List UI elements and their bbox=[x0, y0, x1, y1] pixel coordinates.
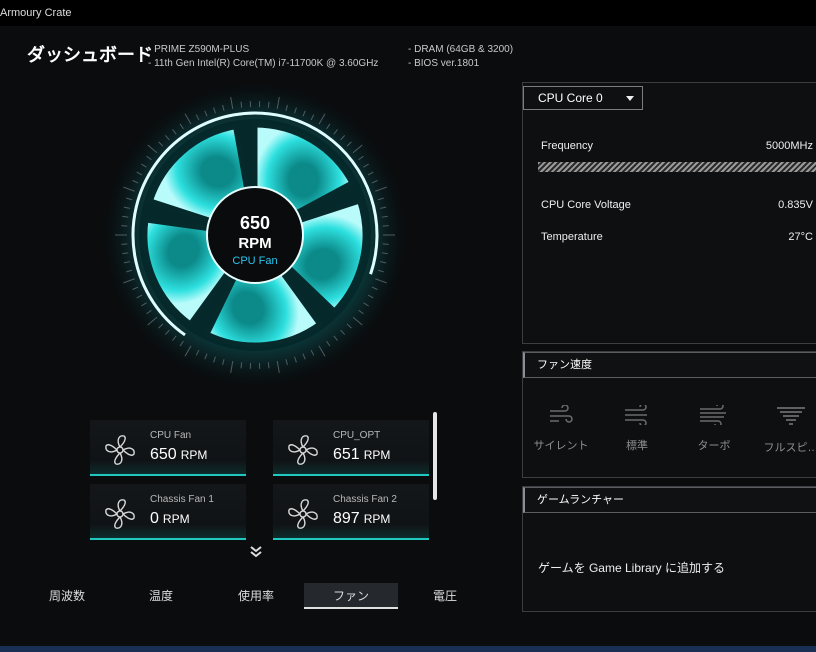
fan-speed: 651 RPM bbox=[333, 446, 390, 464]
fan-speed-unit: RPM bbox=[363, 512, 391, 526]
title-bar: Armoury Crate bbox=[0, 0, 816, 26]
fan-gauge-graphic: RPM 650 CPU Fan bbox=[97, 77, 413, 393]
wind-icon bbox=[550, 405, 573, 423]
voltage-value: 0.835V bbox=[778, 199, 813, 211]
game-launcher-panel: ゲームランチャー ゲームを Game Library に追加する bbox=[522, 486, 816, 612]
motherboard-model: PRIME Z590M-PLUS bbox=[148, 43, 378, 57]
gauge-unit: RPM bbox=[238, 235, 271, 252]
wind-icon bbox=[700, 405, 726, 425]
tab-fan[interactable]: ファン bbox=[304, 583, 398, 609]
fan-speed-value: 651 bbox=[333, 446, 360, 463]
fan-speed-value: 897 bbox=[333, 510, 360, 527]
system-info-right: DRAM (64GB & 3200) BIOS ver.1801 bbox=[408, 43, 513, 71]
fan-name: CPU Fan bbox=[150, 430, 192, 441]
wind-icon bbox=[625, 405, 647, 425]
tab-temperature[interactable]: 温度 bbox=[114, 583, 208, 609]
fan-speed-unit: RPM bbox=[162, 512, 190, 526]
fan-speed-unit: RPM bbox=[363, 448, 391, 462]
fan-card-chassis-fan-2[interactable]: Chassis Fan 2 897 RPM bbox=[273, 484, 429, 540]
temperature-label: Temperature bbox=[541, 231, 603, 243]
fan-icon bbox=[105, 499, 135, 529]
tab-frequency[interactable]: 周波数 bbox=[20, 583, 114, 609]
monitor-tabs: 周波数 温度 使用率 ファン 電圧 bbox=[20, 583, 520, 609]
fan-speed-unit: RPM bbox=[180, 448, 208, 462]
frequency-label: Frequency bbox=[541, 140, 593, 152]
fan-card-chassis-fan-1[interactable]: Chassis Fan 1 0 RPM bbox=[90, 484, 246, 540]
mode-turbo[interactable]: ターボ bbox=[679, 405, 749, 453]
fan-speed: 0 RPM bbox=[150, 510, 190, 528]
taskbar bbox=[0, 646, 816, 652]
fan-list-scrollbar[interactable] bbox=[433, 412, 437, 500]
mode-full-speed[interactable]: フルスピ… bbox=[756, 405, 816, 455]
fan-card-cpu-opt[interactable]: CPU_OPT 651 RPM bbox=[273, 420, 429, 476]
mode-label: サイレント bbox=[533, 440, 589, 452]
mode-label: ターボ bbox=[697, 440, 731, 452]
temperature-value: 27°C bbox=[788, 231, 813, 243]
fan-card-cpu-fan[interactable]: CPU Fan 650 RPM bbox=[90, 420, 246, 476]
add-game-link[interactable]: ゲームを Game Library に追加する bbox=[538, 559, 725, 576]
fan-speed-value: 0 bbox=[150, 510, 159, 527]
gauge-value: 650 bbox=[240, 213, 270, 233]
mode-standard[interactable]: 標準 bbox=[602, 405, 672, 453]
fan-name: CPU_OPT bbox=[333, 430, 381, 441]
bios-version: BIOS ver.1801 bbox=[408, 57, 513, 71]
frequency-value: 5000MHz bbox=[765, 140, 813, 152]
caret-down-icon bbox=[626, 96, 634, 101]
fan-speed-panel-title: ファン速度 bbox=[523, 352, 816, 378]
dram-info: DRAM (64GB & 3200) bbox=[408, 43, 513, 57]
fan-gauge: RPM 650 CPU Fan bbox=[95, 75, 415, 395]
fan-icon bbox=[288, 499, 318, 529]
tab-usage[interactable]: 使用率 bbox=[209, 583, 303, 609]
cpu-model: 11th Gen Intel(R) Core(TM) i7-11700K @ 3… bbox=[148, 57, 378, 71]
frequency-row: Frequency 5000MHz bbox=[541, 140, 815, 152]
temperature-row: Temperature 27°C bbox=[541, 231, 815, 243]
cpu-core-select-value: CPU Core 0 bbox=[538, 91, 603, 105]
fan-name: Chassis Fan 1 bbox=[150, 494, 214, 505]
cpu-core-select[interactable]: CPU Core 0 bbox=[523, 86, 643, 110]
mode-silent[interactable]: サイレント bbox=[526, 405, 596, 453]
mode-label: フルスピ… bbox=[763, 442, 816, 454]
gauge-fan-name: CPU Fan bbox=[232, 255, 277, 267]
fan-icon bbox=[288, 435, 318, 465]
app-title: Armoury Crate bbox=[0, 7, 72, 19]
fan-icon bbox=[105, 435, 135, 465]
tab-voltage[interactable]: 電圧 bbox=[398, 583, 492, 609]
frequency-bar bbox=[538, 162, 816, 172]
fan-speed: 650 RPM bbox=[150, 446, 207, 464]
system-info-left: PRIME Z590M-PLUS 11th Gen Intel(R) Core(… bbox=[148, 43, 378, 71]
game-launcher-panel-title: ゲームランチャー bbox=[523, 487, 816, 513]
fan-speed-value: 650 bbox=[150, 446, 177, 463]
cpu-info-panel bbox=[522, 82, 816, 344]
chevron-down-icon[interactable] bbox=[248, 543, 264, 559]
tornado-icon bbox=[777, 407, 805, 425]
page-title: ダッシュボード bbox=[27, 45, 153, 66]
voltage-label: CPU Core Voltage bbox=[541, 199, 631, 211]
fan-name: Chassis Fan 2 bbox=[333, 494, 397, 505]
mode-label: 標準 bbox=[626, 440, 648, 452]
fan-speed: 897 RPM bbox=[333, 510, 390, 528]
voltage-row: CPU Core Voltage 0.835V bbox=[541, 199, 815, 211]
